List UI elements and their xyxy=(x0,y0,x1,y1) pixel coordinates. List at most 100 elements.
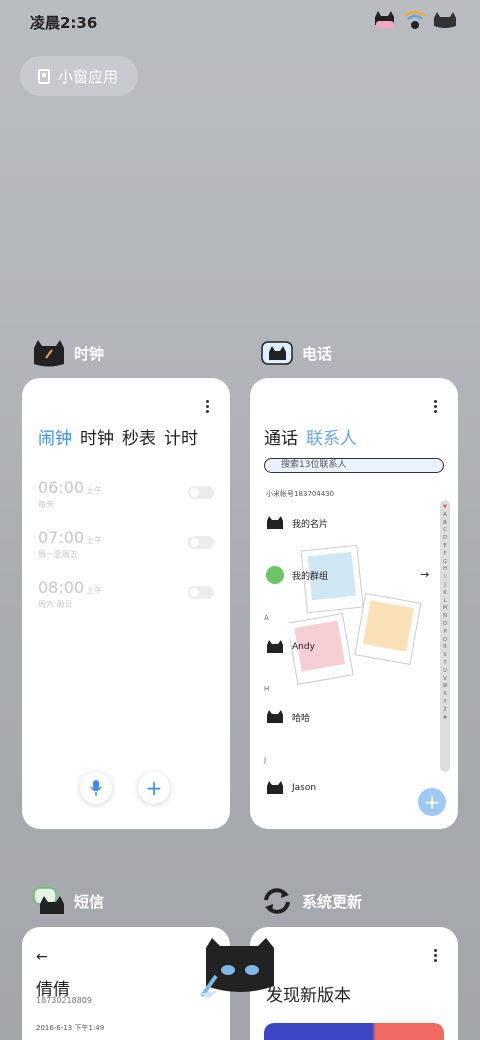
tab-calls[interactable]: 通话 xyxy=(264,424,298,449)
mini-window-label: 小窗应用 xyxy=(58,67,119,86)
contact-row[interactable]: Andy xyxy=(266,640,315,654)
wifi-icon xyxy=(404,10,426,29)
alphabet-index-letter[interactable]: M xyxy=(443,605,447,613)
phone-app-header[interactable]: 电话 xyxy=(260,338,332,368)
contact-search-input[interactable]: 搜索13位联系人 xyxy=(264,458,444,473)
clock-cat-icon xyxy=(34,340,64,367)
add-contact-button[interactable]: + xyxy=(418,788,446,816)
sms-app-title: 短信 xyxy=(74,892,105,911)
alphabet-index-letter[interactable]: U xyxy=(443,668,447,676)
alarm-toggle[interactable] xyxy=(188,536,214,549)
tab-clock[interactable]: 时钟 xyxy=(80,424,114,449)
alphabet-index-letter[interactable]: E xyxy=(443,543,446,551)
alphabet-index-letter[interactable]: Z xyxy=(443,707,446,715)
alphabet-index-letter[interactable]: I xyxy=(444,574,445,582)
alphabet-index-letter[interactable]: ♥ xyxy=(443,504,447,512)
sms-date: 2016-6-13 下午1:49 xyxy=(36,1024,105,1032)
alphabet-index-letter[interactable]: P xyxy=(443,629,446,637)
cat-avatar-icon xyxy=(267,640,283,653)
alarm-repeat: 周一至周五 xyxy=(38,550,78,559)
mini-window-icon xyxy=(38,68,50,84)
alphabet-index-letter[interactable]: # xyxy=(443,715,447,723)
alphabet-index-letter[interactable]: Q xyxy=(443,637,447,645)
alarm-ampm: 上午 xyxy=(86,586,103,595)
alphabet-index-letter[interactable]: G xyxy=(443,559,447,567)
tab-stopwatch[interactable]: 秒表 xyxy=(122,424,156,449)
my-groups-label: 我的群组 xyxy=(292,571,329,582)
status-bar: 凌晨2:36 xyxy=(0,0,480,44)
alphabet-index-letter[interactable]: V xyxy=(443,676,446,684)
signal-cat-icon xyxy=(434,12,456,28)
sms-cat-icon xyxy=(33,887,64,914)
contact-name: Jason xyxy=(292,783,317,793)
update-banner xyxy=(264,1023,444,1040)
status-time: 凌晨2:36 xyxy=(30,14,98,32)
contact-name: Andy xyxy=(292,642,315,652)
alarm-repeat: 每天 xyxy=(38,500,54,509)
alphabet-index-letter[interactable]: B xyxy=(443,520,446,528)
phone-card[interactable]: 通话 联系人 搜索13位联系人 小米帐号183704430 我的名片 我的群组 … xyxy=(250,378,458,829)
tab-contacts[interactable]: 联系人 xyxy=(306,424,357,449)
update-card[interactable]: 发现新版本 xyxy=(250,927,458,1040)
alphabet-index-letter[interactable]: D xyxy=(443,535,447,543)
alarm-time: 07:00 xyxy=(38,528,85,547)
alphabet-index-letter[interactable]: S xyxy=(443,652,446,660)
alarm-toggle[interactable] xyxy=(188,586,214,599)
more-options-icon[interactable] xyxy=(206,400,210,414)
sms-app-header[interactable]: 短信 xyxy=(32,886,104,916)
more-options-icon[interactable] xyxy=(434,949,438,963)
alphabet-index-letter[interactable]: H xyxy=(443,566,447,574)
alarm-time: 08:00 xyxy=(38,578,85,597)
alphabet-index-letter[interactable]: W xyxy=(443,683,448,691)
refresh-icon xyxy=(264,888,290,914)
alphabet-index[interactable]: ♥ A B C D E F G H I J K L M N O P Q R S T U V W X Y Z # xyxy=(440,500,450,772)
alphabet-index-letter[interactable]: A xyxy=(443,512,446,520)
alphabet-index-letter[interactable]: N xyxy=(443,613,447,621)
decorative-photos-image xyxy=(290,544,422,685)
contact-row[interactable]: 哈哈 xyxy=(266,710,310,724)
alphabet-index-letter[interactable]: R xyxy=(443,644,446,652)
add-alarm-button[interactable]: + xyxy=(138,772,170,804)
alphabet-index-letter[interactable]: K xyxy=(443,590,446,598)
clock-app-title: 时钟 xyxy=(74,344,105,363)
account-label[interactable]: 小米帐号183704430 xyxy=(266,489,334,499)
clock-app-header[interactable]: 时钟 xyxy=(32,338,104,368)
sms-card[interactable]: ← 倩倩 18730218809 2016-6-13 下午1:49 xyxy=(22,927,230,1040)
my-card-row[interactable]: 我的名片 xyxy=(266,516,328,530)
alphabet-index-letter[interactable]: X xyxy=(443,691,446,699)
voice-alarm-button[interactable] xyxy=(80,772,112,804)
status-icons xyxy=(372,8,458,30)
cleaner-cat-icon[interactable] xyxy=(200,936,280,998)
battery-cat-icon xyxy=(375,11,394,28)
alarm-toggle[interactable] xyxy=(188,486,214,499)
back-arrow-icon[interactable]: ← xyxy=(36,949,48,965)
alphabet-index-letter[interactable]: J xyxy=(444,582,445,590)
tab-timer[interactable]: 计时 xyxy=(164,424,198,449)
section-letter: A xyxy=(264,614,269,622)
my-groups-row[interactable]: 我的群组 xyxy=(266,566,328,584)
update-app-title: 系统更新 xyxy=(302,892,363,911)
alphabet-index-letter[interactable]: F xyxy=(444,551,447,559)
phone-app-title: 电话 xyxy=(302,344,333,363)
alphabet-index-letter[interactable]: C xyxy=(443,527,447,535)
alphabet-index-letter[interactable]: T xyxy=(443,660,446,668)
my-card-label: 我的名片 xyxy=(292,519,329,530)
cat-avatar-icon xyxy=(267,781,283,794)
phone-cat-icon xyxy=(261,341,293,365)
alphabet-index-letter[interactable]: L xyxy=(444,598,447,606)
section-letter: J xyxy=(264,756,267,764)
contact-row[interactable]: Jason xyxy=(266,781,316,795)
alarm-repeat: 周六 周日 xyxy=(38,600,73,609)
alphabet-index-letter[interactable]: O xyxy=(443,621,447,629)
alphabet-index-letter[interactable]: Y xyxy=(443,699,446,707)
mini-window-apps-button[interactable]: 小窗应用 xyxy=(20,56,138,96)
alarm-time: 06:00 xyxy=(38,478,85,497)
clock-tabs: 闹钟 时钟 秒表 计时 xyxy=(38,424,198,449)
microphone-icon xyxy=(90,780,102,796)
more-options-icon[interactable] xyxy=(434,400,438,414)
arrow-right-icon[interactable]: → xyxy=(420,568,429,581)
tab-alarm[interactable]: 闹钟 xyxy=(38,424,72,449)
cat-avatar-icon xyxy=(267,516,283,529)
clock-card[interactable]: 闹钟 时钟 秒表 计时 06:00 上午 每天 07:00 上午 周一至周五 08:… xyxy=(22,378,230,829)
update-app-header[interactable]: 系统更新 xyxy=(260,886,362,916)
